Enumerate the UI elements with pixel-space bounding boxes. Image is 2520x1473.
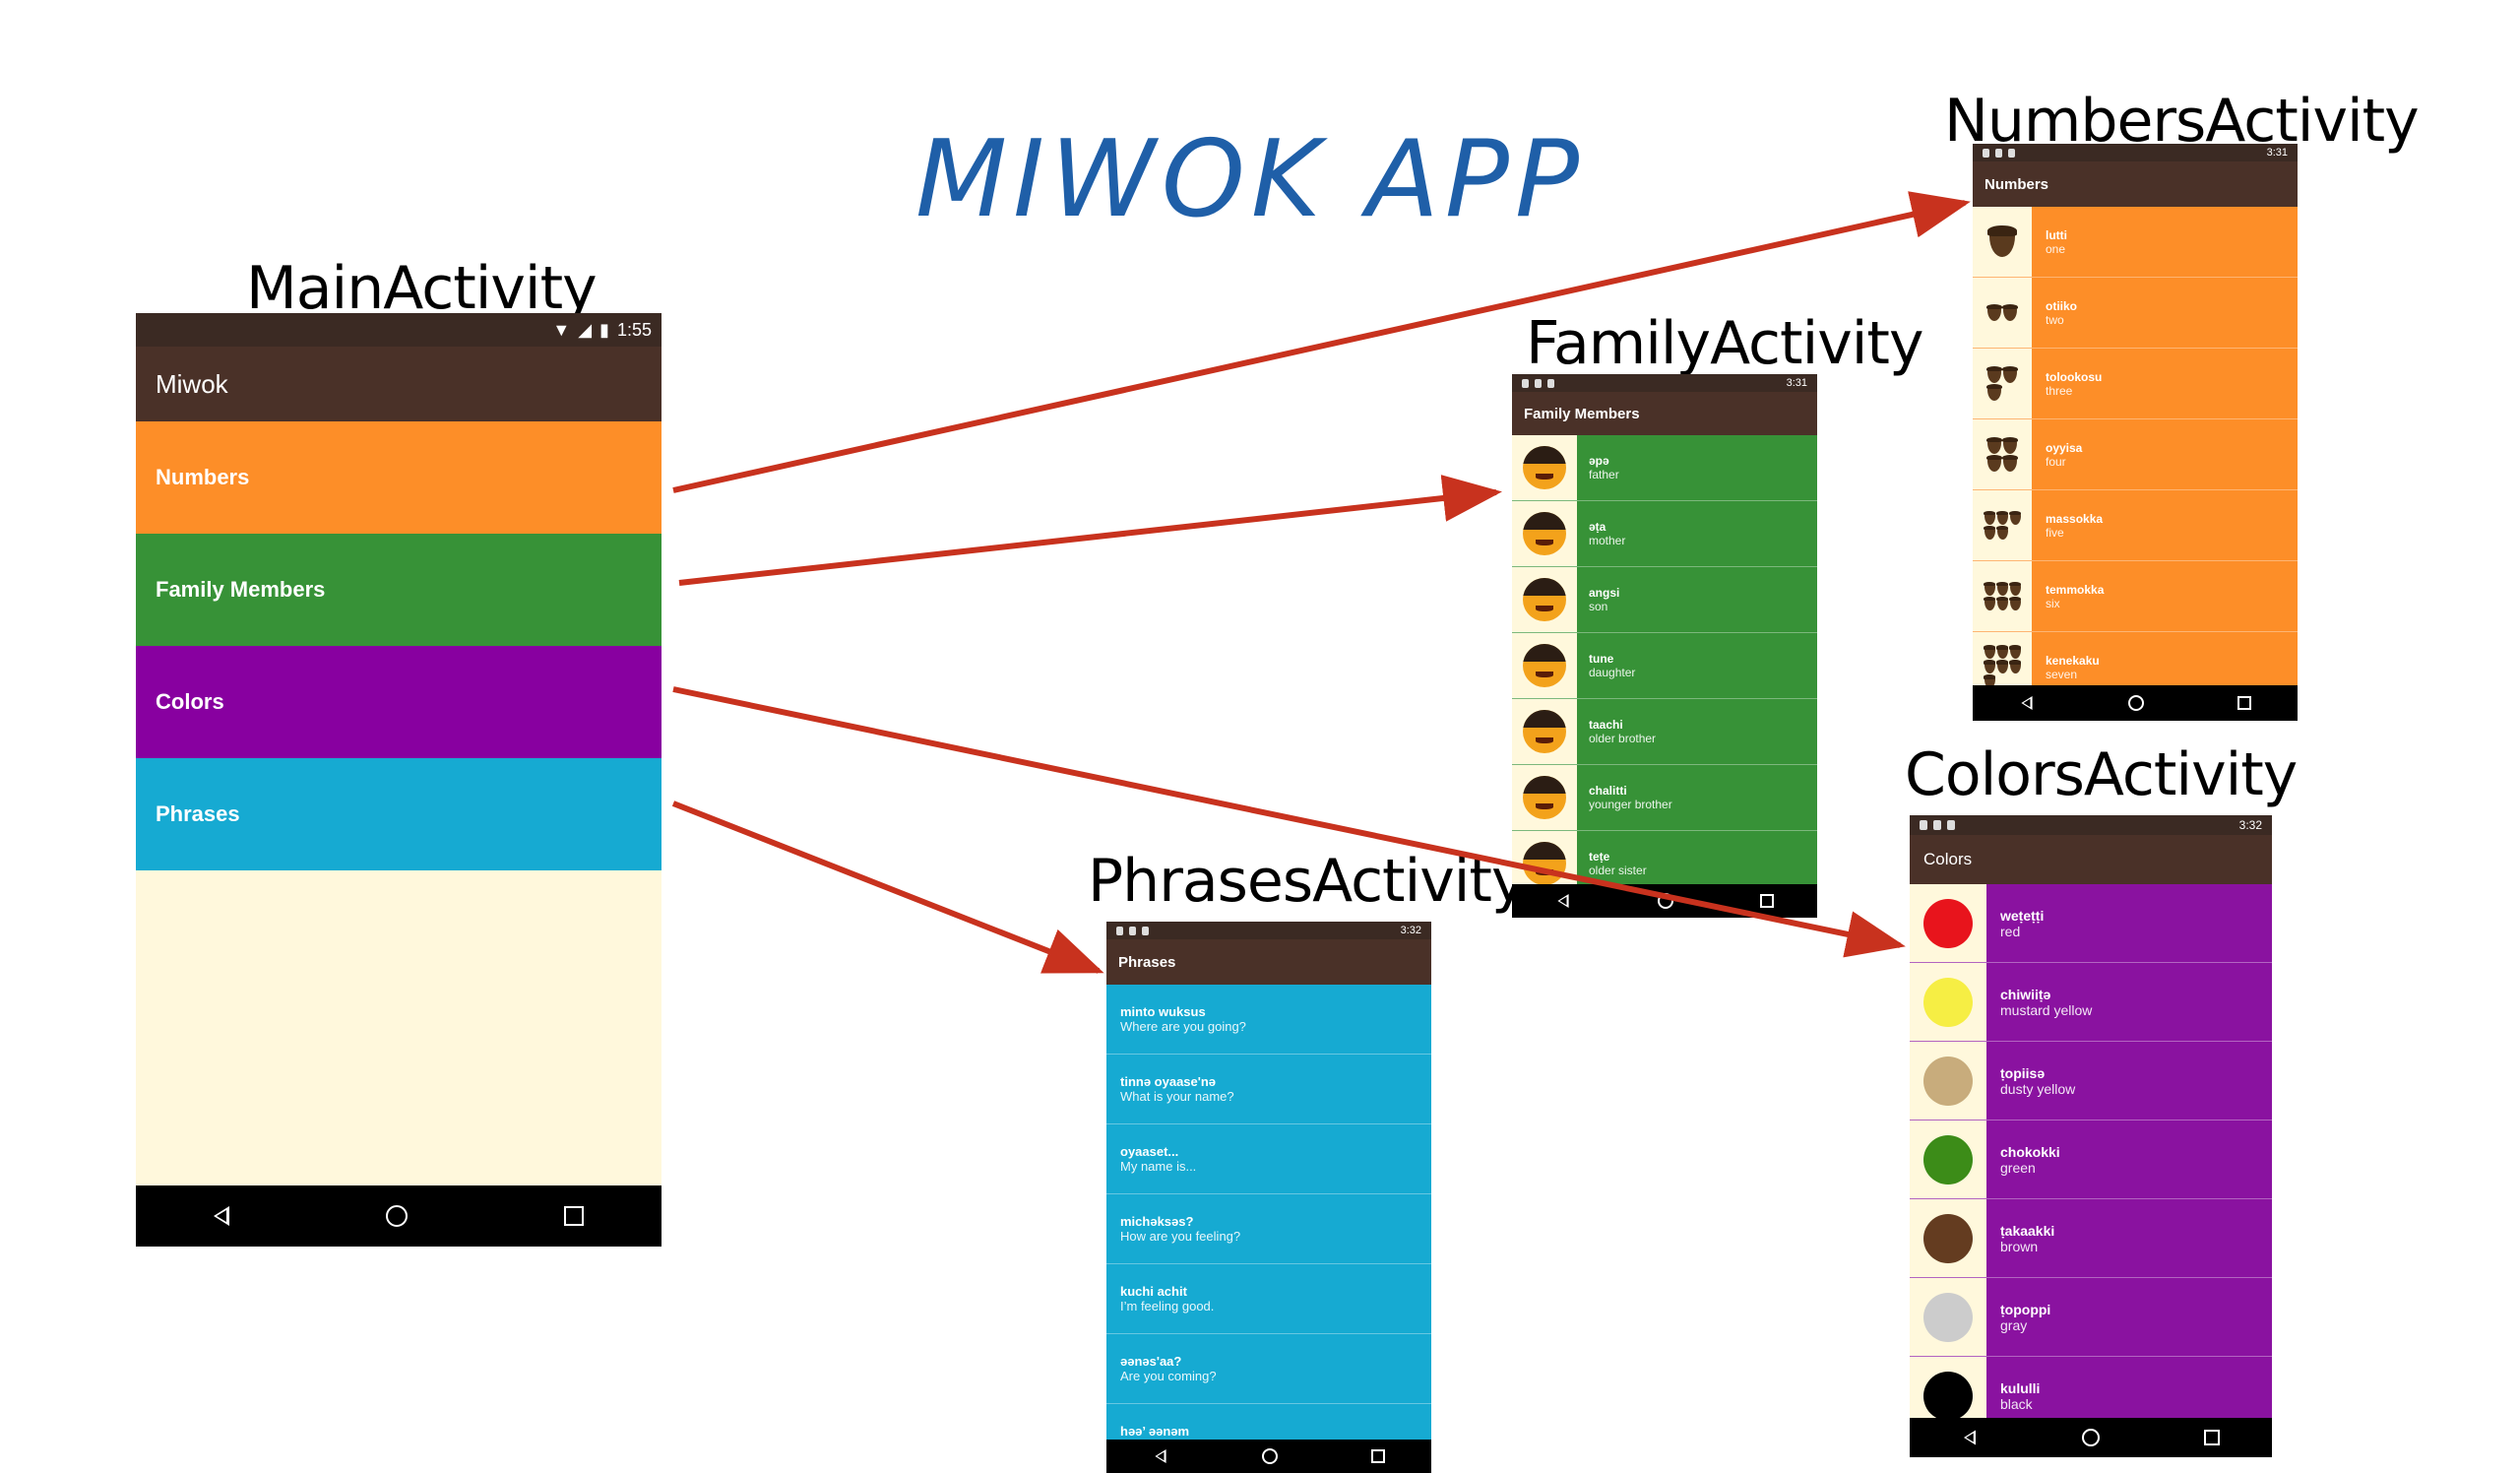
arrow-to-family: [678, 475, 1502, 586]
navigation-arrows: [671, 191, 1971, 974]
arrow-to-phrases: [671, 801, 1104, 974]
arrow-to-colors: [672, 686, 1906, 958]
arrow-to-numbers: [672, 191, 1971, 493]
